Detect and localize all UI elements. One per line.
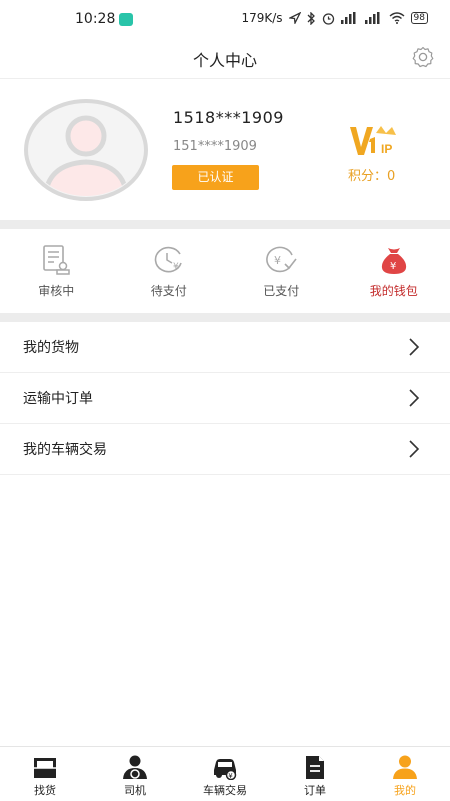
- status-wallet-label: 我的钱包: [370, 282, 418, 299]
- driver-icon: [121, 754, 149, 780]
- status-review[interactable]: 审核中: [0, 229, 113, 313]
- network-speed: 179K/s: [241, 11, 282, 25]
- tab-label: 我的: [394, 782, 416, 798]
- profile-card: 1518***1909 151****1909 已认证 IP 积分：0: [0, 79, 450, 220]
- battery-icon: 98: [411, 12, 428, 24]
- menu-item-in-transit-orders[interactable]: 运输中订单: [0, 373, 450, 424]
- wifi-icon: [389, 12, 405, 24]
- avatar[interactable]: [23, 98, 149, 202]
- menu-list: 我的货物 运输中订单 我的车辆交易: [0, 322, 450, 475]
- cargo-icon: [31, 754, 59, 780]
- alarm-icon: [322, 12, 335, 25]
- menu-item-my-goods[interactable]: 我的货物: [0, 322, 450, 373]
- user-phone-masked: 151****1909: [173, 139, 257, 154]
- status-time: 10:28: [75, 11, 115, 27]
- verified-badge[interactable]: 已认证: [172, 165, 259, 190]
- menu-item-label: 运输中订单: [23, 388, 93, 408]
- page-header: 个人中心: [0, 40, 450, 79]
- bluetooth-icon: [307, 12, 316, 25]
- paid-icon: ¥: [264, 243, 298, 277]
- status-pending-payment[interactable]: ¥ 待支付: [113, 229, 226, 313]
- section-divider: [0, 220, 450, 229]
- status-bar: 10:28 179K/s 98: [0, 0, 450, 40]
- tab-vehicle-trade[interactable]: ¥ 车辆交易: [180, 747, 270, 801]
- vip-logo-icon: IP: [348, 123, 402, 159]
- tab-label: 车辆交易: [203, 782, 247, 798]
- pending-payment-icon: ¥: [152, 243, 186, 277]
- profile-icon: [391, 754, 419, 780]
- svg-text:¥: ¥: [390, 261, 396, 272]
- status-review-label: 审核中: [38, 282, 74, 299]
- svg-text:¥: ¥: [274, 254, 281, 267]
- svg-text:¥: ¥: [228, 772, 233, 780]
- chevron-right-icon: [408, 337, 420, 357]
- bottom-tab-bar: 找货 司机 ¥ 车辆交易 订单 我的: [0, 746, 450, 801]
- location-icon: [289, 12, 301, 24]
- menu-item-label: 我的货物: [23, 337, 79, 357]
- tab-orders[interactable]: 订单: [270, 747, 360, 801]
- order-status-row: 审核中 ¥ 待支付 ¥ 已支付 ¥ 我的钱包: [0, 229, 450, 313]
- menu-item-my-vehicle-trades[interactable]: 我的车辆交易: [0, 424, 450, 475]
- status-paid[interactable]: ¥ 已支付: [225, 229, 338, 313]
- points-label: 积分：0: [348, 165, 395, 184]
- wallet-bag-icon: ¥: [377, 243, 411, 277]
- tab-label: 找货: [34, 782, 56, 798]
- tab-profile[interactable]: 我的: [360, 747, 450, 801]
- tab-label: 订单: [304, 782, 326, 798]
- tab-label: 司机: [124, 782, 146, 798]
- chevron-right-icon: [408, 388, 420, 408]
- tab-find-cargo[interactable]: 找货: [0, 747, 90, 801]
- car-trade-icon: ¥: [211, 754, 239, 780]
- menu-item-label: 我的车辆交易: [23, 439, 107, 459]
- order-icon: [301, 754, 329, 780]
- cell-signal-icon: [341, 12, 359, 24]
- gear-icon[interactable]: [411, 45, 435, 69]
- chevron-right-icon: [408, 439, 420, 459]
- svg-text:IP: IP: [381, 142, 392, 156]
- status-paid-label: 已支付: [263, 282, 299, 299]
- app-notification-icon: [119, 13, 133, 26]
- page-title: 个人中心: [0, 47, 450, 71]
- review-icon: [39, 243, 73, 277]
- svg-text:¥: ¥: [173, 262, 179, 272]
- status-wallet[interactable]: ¥ 我的钱包: [338, 229, 450, 313]
- section-divider: [0, 313, 450, 322]
- status-pending-label: 待支付: [151, 282, 187, 299]
- status-icons: 179K/s 98: [241, 11, 428, 25]
- cell-signal-2-icon: [365, 12, 383, 24]
- user-phone: 1518***1909: [173, 108, 284, 127]
- tab-driver[interactable]: 司机: [90, 747, 180, 801]
